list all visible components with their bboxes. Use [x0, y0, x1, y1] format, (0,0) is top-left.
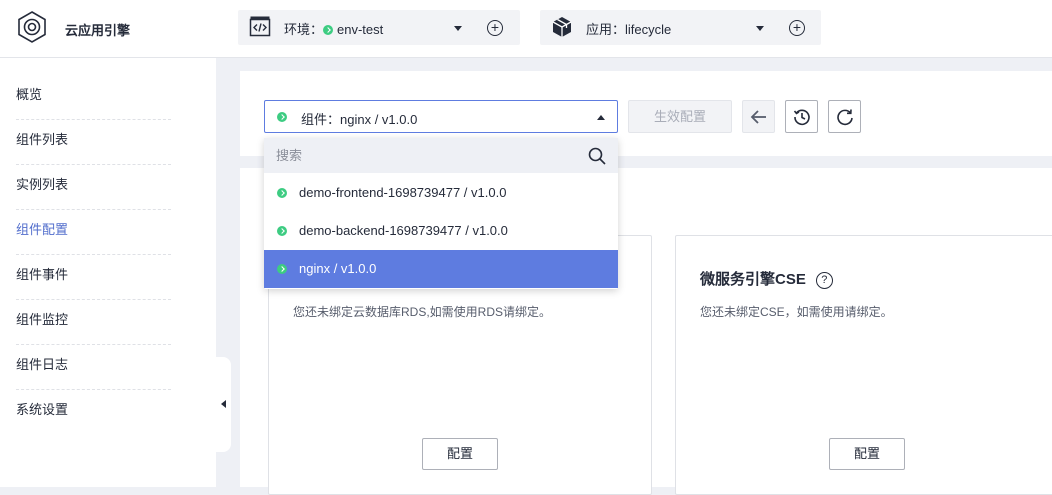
app-selector[interactable]: 应用：lifecycle +	[540, 10, 821, 45]
status-arrow-icon	[277, 264, 287, 274]
chevron-down-icon[interactable]	[454, 26, 462, 31]
dropdown-option-selected[interactable]: nginx / v1.0.0	[264, 250, 618, 288]
app-prefix: 应用：	[586, 22, 626, 37]
top-header: 云应用引擎 环境： env-test + 应用：lifecycle +	[0, 0, 1052, 58]
status-arrow-icon	[277, 226, 287, 236]
option-label: demo-frontend-1698739477 / v1.0.0	[299, 185, 507, 200]
app-selector-label: 应用：lifecycle	[586, 19, 671, 38]
option-label: demo-backend-1698739477 / v1.0.0	[299, 223, 508, 238]
rds-config-button[interactable]: 配置	[422, 438, 498, 470]
apply-config-button[interactable]: 生效配置	[628, 100, 732, 133]
search-icon[interactable]	[588, 147, 606, 165]
add-env-icon[interactable]: +	[487, 20, 503, 36]
refresh-icon	[837, 109, 853, 126]
sidebar-item-component-monitor[interactable]: 组件监控	[16, 300, 171, 345]
component-dropdown: demo-frontend-1698739477 / v1.0.0 demo-b…	[264, 138, 618, 289]
component-select[interactable]: 组件：nginx / v1.0.0	[264, 100, 618, 133]
sidebar-item-component-config[interactable]: 组件配置	[16, 210, 171, 255]
history-icon	[793, 109, 810, 126]
env-value: env-test	[337, 22, 384, 37]
dropdown-search	[264, 138, 618, 173]
chevron-left-icon	[221, 400, 226, 408]
add-app-icon[interactable]: +	[789, 20, 805, 36]
component-prefix: 组件：	[301, 112, 341, 127]
status-arrow-icon	[277, 188, 287, 198]
chevron-down-icon[interactable]	[756, 26, 764, 31]
cse-title-text: 微服务引擎CSE	[700, 271, 806, 288]
env-selector[interactable]: 环境： env-test +	[238, 10, 520, 45]
env-status-icon	[323, 25, 334, 35]
component-select-label: 组件：nginx / v1.0.0	[301, 109, 417, 128]
sidebar-item-overview[interactable]: 概览	[16, 75, 171, 120]
cse-config-button[interactable]: 配置	[829, 438, 905, 470]
option-label: nginx / v1.0.0	[299, 261, 377, 276]
sidebar-item-component-list[interactable]: 组件列表	[16, 120, 171, 165]
dropdown-option[interactable]: demo-backend-1698739477 / v1.0.0	[264, 212, 618, 250]
env-selector-label: 环境： env-test	[284, 19, 383, 38]
dropdown-option[interactable]: demo-frontend-1698739477 / v1.0.0	[264, 174, 618, 212]
cse-card: 微服务引擎CSE? 您还未绑定CSE，如需使用请绑定。 配置	[675, 235, 1052, 495]
app-value: lifecycle	[625, 22, 672, 37]
search-input[interactable]	[276, 146, 576, 165]
sidebar-item-system-settings[interactable]: 系统设置	[16, 390, 171, 435]
app-title: 云应用引擎	[65, 23, 131, 38]
component-status-icon	[277, 112, 287, 122]
refresh-button[interactable]	[828, 100, 861, 133]
cse-description: 您还未绑定CSE，如需使用请绑定。	[700, 305, 893, 319]
rds-description: 您还未绑定云数据库RDS,如需使用RDS请绑定。	[293, 305, 552, 319]
env-prefix: 环境：	[284, 22, 324, 37]
sidebar-item-instance-list[interactable]: 实例列表	[16, 165, 171, 210]
history-button[interactable]	[785, 100, 818, 133]
sidebar-item-component-events[interactable]: 组件事件	[16, 255, 171, 300]
sidebar-collapse-toggle[interactable]	[216, 357, 231, 452]
sidebar-item-component-logs[interactable]: 组件日志	[16, 345, 171, 390]
undo-button[interactable]	[742, 100, 775, 133]
box-icon	[552, 17, 572, 37]
sidebar: 概览 组件列表 实例列表 组件配置 组件事件 组件监控 组件日志 系统设置	[0, 58, 216, 487]
help-icon[interactable]: ?	[815, 272, 833, 289]
chevron-up-icon[interactable]	[597, 115, 605, 120]
back-arrow-icon	[750, 110, 766, 124]
code-window-icon	[249, 16, 271, 37]
component-value: nginx / v1.0.0	[340, 112, 418, 127]
cube-logo-icon	[18, 11, 46, 43]
cse-title: 微服务引擎CSE?	[700, 268, 833, 289]
